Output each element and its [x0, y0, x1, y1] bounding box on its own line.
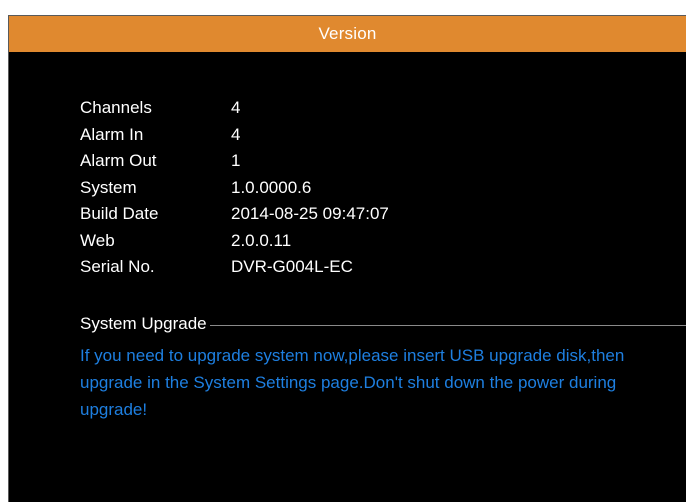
- info-value: 4: [231, 124, 241, 144]
- dialog-title-bar: Version: [9, 16, 686, 52]
- info-label: Alarm Out: [80, 151, 157, 171]
- info-value: DVR-G004L-EC: [231, 257, 353, 277]
- info-value: 4: [231, 98, 241, 118]
- info-label: Build Date: [80, 204, 159, 224]
- info-label: System: [80, 177, 137, 197]
- version-dialog: Version Channels 4 Alarm In 4 Alarm Out …: [8, 15, 686, 502]
- info-value: 1.0.0000.6: [231, 177, 312, 197]
- info-row-build-date: Build Date 2014-08-25 09:47:07: [80, 201, 389, 228]
- info-row-serial-no: Serial No. DVR-G004L-EC: [80, 254, 389, 281]
- info-label: Alarm In: [80, 124, 144, 144]
- upgrade-notice-text: If you need to upgrade system now,please…: [80, 346, 625, 419]
- info-value: 2014-08-25 09:47:07: [231, 204, 389, 224]
- info-value: 1: [231, 151, 241, 171]
- info-label: Serial No.: [80, 257, 155, 277]
- section-divider: [209, 325, 686, 326]
- system-upgrade-section-header: System Upgrade: [80, 313, 686, 335]
- info-row-channels: Channels 4: [80, 95, 389, 122]
- info-label: Channels: [80, 98, 152, 118]
- info-row-alarm-out: Alarm Out 1: [80, 148, 389, 175]
- info-row-web: Web 2.0.0.11: [80, 228, 389, 255]
- info-row-system: System 1.0.0000.6: [80, 175, 389, 202]
- system-upgrade-title: System Upgrade: [80, 314, 207, 333]
- info-row-alarm-in: Alarm In 4: [80, 122, 389, 149]
- info-value: 2.0.0.11: [231, 230, 292, 250]
- dialog-title: Version: [318, 24, 377, 43]
- info-label: Web: [80, 230, 115, 250]
- version-info-list: Channels 4 Alarm In 4 Alarm Out 1 System…: [80, 95, 389, 281]
